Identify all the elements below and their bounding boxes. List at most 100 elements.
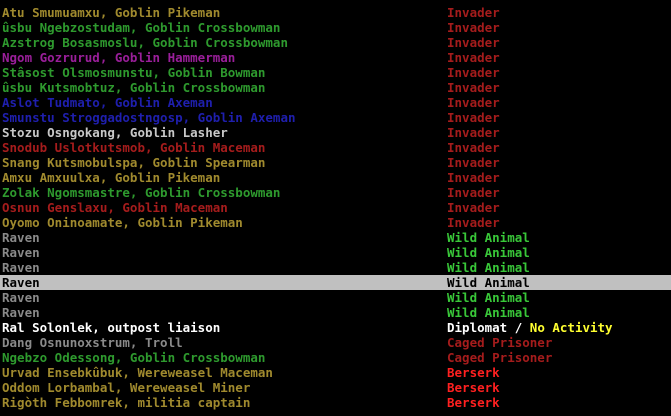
unit-name: Osnun Genslaxu, Goblin Maceman (2, 200, 228, 215)
unit-status: Caged Prisoner (447, 350, 552, 365)
unit-status-label: Invader (447, 50, 500, 65)
unit-status-label: Caged Prisoner (447, 335, 553, 350)
unit-status-label: Wild Animal (447, 245, 530, 260)
unit-row[interactable]: Amxu Amxuulxa, Goblin Pikeman Invader (0, 170, 671, 185)
unit-status-label: Invader (447, 155, 500, 170)
unit-status-label: Berserk (447, 380, 500, 395)
unit-name: Raven (2, 290, 40, 305)
unit-row[interactable]: Raven Wild Animal (0, 245, 671, 260)
unit-name: Oyomo Oninoamate, Goblin Pikeman (2, 215, 243, 230)
unit-status-label: Invader (447, 20, 500, 35)
unit-status-label: Invader (447, 80, 500, 95)
unit-status-label: Wild Animal (447, 290, 530, 305)
unit-row[interactable]: Raven Wild Animal (0, 260, 671, 275)
unit-row[interactable]: Aslot Tudmato, Goblin Axeman Invader (0, 95, 671, 110)
unit-name: Rigòth Febbomrek, militia captain (2, 395, 251, 410)
unit-row[interactable]: Snang Kutsmobulspa, Goblin Spearman Invad… (0, 155, 671, 170)
unit-name: Snodub Uslotkutsmob, Goblin Maceman (2, 140, 266, 155)
unit-status: Invader (447, 35, 500, 50)
unit-status: Invader (447, 140, 500, 155)
unit-status: Invader (447, 200, 500, 215)
unit-row[interactable]: Dang Osnunoxstrum, Troll Caged Prisoner (0, 335, 671, 350)
unit-row[interactable]: Zolak Ngomsmastre, Goblin Crossbowman Inv… (0, 185, 671, 200)
unit-name: Oddom Lorbambal, Wereweasel Miner (2, 380, 251, 395)
unit-name: Raven (2, 305, 40, 320)
unit-status-label: Invader (447, 35, 500, 50)
unit-status: Berserk (447, 365, 500, 380)
unit-row[interactable]: Oyomo Oninoamate, Goblin Pikeman Invader (0, 215, 671, 230)
unit-status-label: Invader (447, 5, 500, 20)
unit-name: Stozu Osngokang, Goblin Lasher (2, 125, 228, 140)
unit-status-label: Wild Animal (447, 230, 530, 245)
unit-name: Atu Smumuamxu, Goblin Pikeman (2, 5, 221, 20)
unit-list: Atu Smumuamxu, Goblin Pikeman Invader ûsbu… (0, 5, 671, 410)
unit-status-label: Wild Animal (447, 260, 530, 275)
unit-name: Ngom Gozrurud, Goblin Hammerman (2, 50, 236, 65)
unit-name: Urvad Ensebkûbuk, Wereweasel Maceman (2, 365, 273, 380)
unit-status-label: Wild Animal (447, 275, 530, 290)
unit-name: Dang Osnunoxstrum, Troll (2, 335, 183, 350)
unit-row[interactable]: Snodub Uslotkutsmob, Goblin Maceman Invad… (0, 140, 671, 155)
unit-status-label: Diplomat / (447, 320, 530, 335)
unit-status: Wild Animal (447, 260, 530, 275)
unit-status-label: Invader (447, 140, 500, 155)
unit-row[interactable]: Smunstu Stroggadostngosp, Goblin Axeman I… (0, 110, 671, 125)
unit-row[interactable]: Osnun Genslaxu, Goblin Maceman Invader (0, 200, 671, 215)
unit-status-label: Invader (447, 65, 500, 80)
unit-status-label: Wild Animal (447, 305, 530, 320)
unit-name: Raven (2, 230, 40, 245)
unit-row[interactable]: Ngebzo Odessong, Goblin Crossbowman Caged… (0, 350, 671, 365)
unit-status-label: Invader (447, 200, 500, 215)
unit-status: Berserk (447, 395, 500, 410)
unit-status: Wild Animal (447, 275, 530, 290)
unit-status: Invader (447, 215, 500, 230)
unit-activity-label: No Activity (529, 320, 613, 335)
unit-name: ûsbu Ngebzostudam, Goblin Crossbowman (2, 20, 281, 35)
unit-row[interactable]: Stâsost Olsmosmunstu, Goblin Bowman Invad… (0, 65, 671, 80)
unit-name: Zolak Ngomsmastre, Goblin Crossbowman (2, 185, 281, 200)
unit-row[interactable]: ûsbu Kutsmobtuz, Goblin Crossbowman Invad… (0, 80, 671, 95)
unit-status-label: Caged Prisoner (447, 350, 553, 365)
unit-name: Ral Solonlek, outpost liaison (2, 320, 221, 335)
unit-status: Invader (447, 185, 500, 200)
unit-name: Ngebzo Odessong, Goblin Crossbowman (2, 350, 266, 365)
unit-status-label: Berserk (447, 395, 500, 410)
unit-status: Invader (447, 50, 500, 65)
unit-name: Raven (2, 260, 40, 275)
unit-row[interactable]: Atu Smumuamxu, Goblin Pikeman Invader (0, 5, 671, 20)
unit-row[interactable]: Raven Wild Animal (0, 230, 671, 245)
unit-status: Wild Animal (447, 230, 530, 245)
unit-row[interactable]: Raven Wild Animal (0, 290, 671, 305)
unit-status: Invader (447, 155, 500, 170)
unit-status: Invader (447, 170, 500, 185)
unit-status: Invader (447, 65, 500, 80)
unit-name: Amxu Amxuulxa, Goblin Pikeman (2, 170, 221, 185)
unit-row[interactable]: Oddom Lorbambal, Wereweasel Miner Berserk (0, 380, 671, 395)
unit-row[interactable]: Azstrog Bosasmoslu, Goblin Crossbowman In… (0, 35, 671, 50)
unit-status: Invader (447, 5, 500, 20)
unit-row[interactable]: Rigòth Febbomrek, militia captain Berserk (0, 395, 671, 410)
unit-status-label: Invader (447, 95, 500, 110)
unit-status: Invader (447, 80, 500, 95)
unit-name: Smunstu Stroggadostngosp, Goblin Axeman (2, 110, 296, 125)
unit-row[interactable]: Raven Wild Animal (0, 275, 671, 290)
unit-status: Invader (447, 125, 500, 140)
unit-name: Stâsost Olsmosmunstu, Goblin Bowman (2, 65, 266, 80)
unit-row[interactable]: Ngom Gozrurud, Goblin Hammerman Invader (0, 50, 671, 65)
unit-status: Wild Animal (447, 290, 530, 305)
unit-status-label: Invader (447, 185, 500, 200)
unit-row[interactable]: Stozu Osngokang, Goblin Lasher Invader (0, 125, 671, 140)
unit-name: Raven (2, 245, 40, 260)
unit-row[interactable]: Urvad Ensebkûbuk, Wereweasel Maceman Bers… (0, 365, 671, 380)
unit-name: Raven (2, 275, 40, 290)
unit-name: ûsbu Kutsmobtuz, Goblin Crossbowman (2, 80, 266, 95)
unit-status: Invader (447, 110, 500, 125)
unit-status-label: Berserk (447, 365, 500, 380)
unit-status: Caged Prisoner (447, 335, 552, 350)
unit-status-label: Invader (447, 110, 500, 125)
unit-row[interactable]: Ral Solonlek, outpost liaison Diplomat / … (0, 320, 671, 335)
unit-row[interactable]: ûsbu Ngebzostudam, Goblin Crossbowman Inv… (0, 20, 671, 35)
unit-status-label: Invader (447, 125, 500, 140)
unit-row[interactable]: Raven Wild Animal (0, 305, 671, 320)
unit-status: Berserk (447, 380, 500, 395)
